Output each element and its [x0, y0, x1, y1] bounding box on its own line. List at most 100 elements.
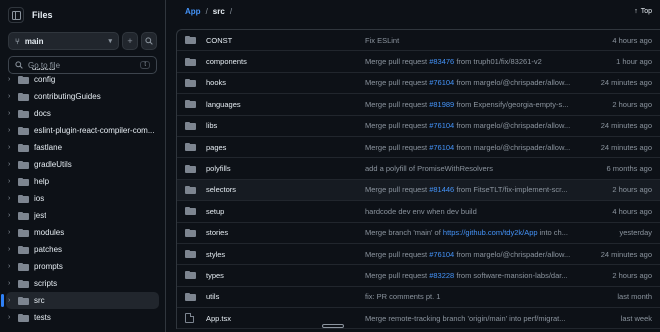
table-row[interactable]: styles Merge pull request #76104 from mar…	[177, 244, 660, 266]
file-name-cell[interactable]: languages	[177, 100, 365, 109]
table-row[interactable]: setup hardcode dev env when dev build 4 ho…	[177, 201, 660, 223]
table-row[interactable]: App.tsx Merge remote-tracking branch 'ori…	[177, 308, 660, 330]
commit-message[interactable]: Merge pull request #83228 from software-…	[365, 271, 577, 280]
commit-message[interactable]: Merge pull request #83476 from truph01/f…	[365, 57, 577, 66]
table-row[interactable]: utils fix: PR comments pt. 1 last month	[177, 287, 660, 309]
tree-item-patches[interactable]: › patches	[0, 241, 165, 258]
horizontal-scrollbar[interactable]	[322, 324, 344, 328]
file-name-link[interactable]: types	[206, 271, 224, 280]
table-row[interactable]: types Merge pull request #83228 from soft…	[177, 265, 660, 287]
file-name-cell[interactable]: setup	[177, 207, 365, 216]
tree-item-eslint-plugin-react-compiler-com-[interactable]: › eslint-plugin-react-compiler-com...	[0, 122, 165, 139]
commit-message[interactable]: Merge branch 'main' of https://github.co…	[365, 228, 577, 237]
sidebar-collapse-icon[interactable]	[8, 7, 24, 23]
file-name-cell[interactable]: utils	[177, 292, 365, 301]
file-name-cell[interactable]: stories	[177, 228, 365, 237]
folder-icon	[18, 194, 29, 203]
commit-link[interactable]: https://github.com/tdy2k/App	[443, 228, 538, 237]
file-name-link[interactable]: setup	[206, 207, 224, 216]
tree-item-help[interactable]: › help	[0, 173, 165, 190]
commit-message[interactable]: Merge pull request #76104 from margelo/@…	[365, 143, 577, 152]
commit-message[interactable]: add a polyfill of PromiseWithResolvers	[365, 164, 577, 173]
commit-message[interactable]: Merge pull request #81446 from FitseTLT/…	[365, 185, 577, 194]
file-name-link[interactable]: selectors	[206, 185, 236, 194]
commit-link[interactable]: #76104	[429, 121, 454, 130]
tree-item-docs[interactable]: › docs	[0, 105, 165, 122]
commit-message[interactable]: Merge pull request #76104 from margelo/@…	[365, 121, 577, 130]
file-name-cell[interactable]: libs	[177, 121, 365, 130]
branch-selector-button[interactable]: ⑂ main ▾	[8, 32, 119, 50]
file-name-cell[interactable]: types	[177, 271, 365, 280]
commit-link[interactable]: #83476	[429, 57, 454, 66]
commit-message[interactable]: Merge pull request #76104 from margelo/@…	[365, 78, 577, 87]
file-name-link[interactable]: styles	[206, 250, 225, 259]
file-name-link[interactable]: languages	[206, 100, 241, 109]
file-name-link[interactable]: libs	[206, 121, 217, 130]
commit-message[interactable]: Merge pull request #76104 from margelo/@…	[365, 250, 577, 259]
commit-message-text: Fix ESLint	[365, 35, 400, 45]
file-name-cell[interactable]: App.tsx	[177, 313, 365, 324]
tree-item-tests[interactable]: › tests	[0, 309, 165, 326]
add-file-button[interactable]: +	[122, 32, 138, 50]
file-name-link[interactable]: pages	[206, 143, 226, 152]
table-row[interactable]: languages Merge pull request #81989 from …	[177, 94, 660, 116]
top-button[interactable]: ↑ Top	[634, 8, 652, 15]
file-name-link[interactable]: components	[206, 57, 247, 66]
tree-item-scripts[interactable]: › scripts	[0, 275, 165, 292]
commit-link[interactable]: #81989	[429, 100, 454, 109]
commit-message[interactable]: fix: PR comments pt. 1	[365, 292, 577, 301]
tree-item-contributingguides[interactable]: › contributingGuides	[0, 88, 165, 105]
git-branch-icon: ⑂	[15, 36, 20, 46]
file-name-link[interactable]: utils	[206, 292, 219, 301]
file-name-link[interactable]: stories	[206, 228, 228, 237]
tree-item-modules[interactable]: › modules	[0, 224, 165, 241]
file-name-link[interactable]: App.tsx	[206, 314, 231, 323]
commit-message-text: Merge pull request	[365, 121, 430, 131]
file-name-cell[interactable]: pages	[177, 143, 365, 152]
tree-item-gradleutils[interactable]: › gradleUtils	[0, 156, 165, 173]
commit-link[interactable]: #76104	[429, 78, 454, 87]
commit-message[interactable]: Merge pull request #81989 from Expensify…	[365, 100, 577, 109]
tree-item-jest[interactable]: › jest	[0, 207, 165, 224]
file-name-cell[interactable]: CONST	[177, 36, 365, 45]
tree-item-fastlane[interactable]: › fastlane	[0, 139, 165, 156]
commit-message-text: from margelo/@chrispader/allow...	[454, 142, 571, 152]
file-name-cell[interactable]: selectors	[177, 185, 365, 194]
folder-icon	[18, 75, 29, 84]
tree-item-src[interactable]: › src	[1, 292, 159, 309]
table-row[interactable]: pages Merge pull request #76104 from marg…	[177, 137, 660, 159]
commit-message[interactable]: Fix ESLint	[365, 36, 577, 45]
table-row[interactable]: selectors Merge pull request #81446 from …	[177, 179, 660, 202]
tree-item-label: fastlane	[34, 143, 63, 152]
tree-item-config[interactable]: › config	[0, 71, 165, 88]
file-name-cell[interactable]: hooks	[177, 78, 365, 87]
file-name-link[interactable]: polyfills	[206, 164, 231, 173]
search-button[interactable]	[141, 32, 157, 50]
breadcrumb-root-link[interactable]: App	[185, 7, 201, 16]
commit-link[interactable]: #83228	[429, 271, 454, 280]
tree-item-ios[interactable]: › ios	[0, 190, 165, 207]
directory-view: App / src / ↑ Top CONST Fix ESLint 4 hours …	[167, 0, 660, 332]
table-row[interactable]: CONST Fix ESLint 4 hours ago	[177, 30, 660, 52]
commit-link[interactable]: #76104	[429, 250, 454, 259]
tree-item-label: docs	[34, 109, 51, 118]
file-name-cell[interactable]: styles	[177, 250, 365, 259]
file-name-cell[interactable]: polyfills	[177, 164, 365, 173]
commit-link[interactable]: #76104	[429, 143, 454, 152]
commit-message[interactable]: hardcode dev env when dev build	[365, 207, 577, 216]
file-name-link[interactable]: hooks	[206, 78, 226, 87]
folder-icon	[185, 250, 196, 259]
file-name-cell[interactable]: components	[177, 57, 365, 66]
tree-item-prompts[interactable]: › prompts	[0, 258, 165, 275]
table-row[interactable]: libs Merge pull request #76104 from marge…	[177, 116, 660, 137]
file-name-link[interactable]: CONST	[206, 36, 232, 45]
commit-link[interactable]: #81446	[429, 185, 454, 194]
table-row[interactable]: stories Merge branch 'main' of https://gi…	[177, 223, 660, 244]
table-row[interactable]: hooks Merge pull request #76104 from marg…	[177, 73, 660, 95]
table-row[interactable]: polyfills add a polyfill of PromiseWithRe…	[177, 158, 660, 180]
commit-date: 4 hours ago	[612, 35, 652, 45]
tree-item-label: eslint-plugin-react-compiler-com...	[34, 126, 155, 135]
commit-message-text: Merge pull request	[365, 57, 430, 67]
commit-message[interactable]: Merge remote-tracking branch 'origin/mai…	[365, 314, 577, 323]
table-row[interactable]: components Merge pull request #83476 from…	[177, 51, 660, 73]
